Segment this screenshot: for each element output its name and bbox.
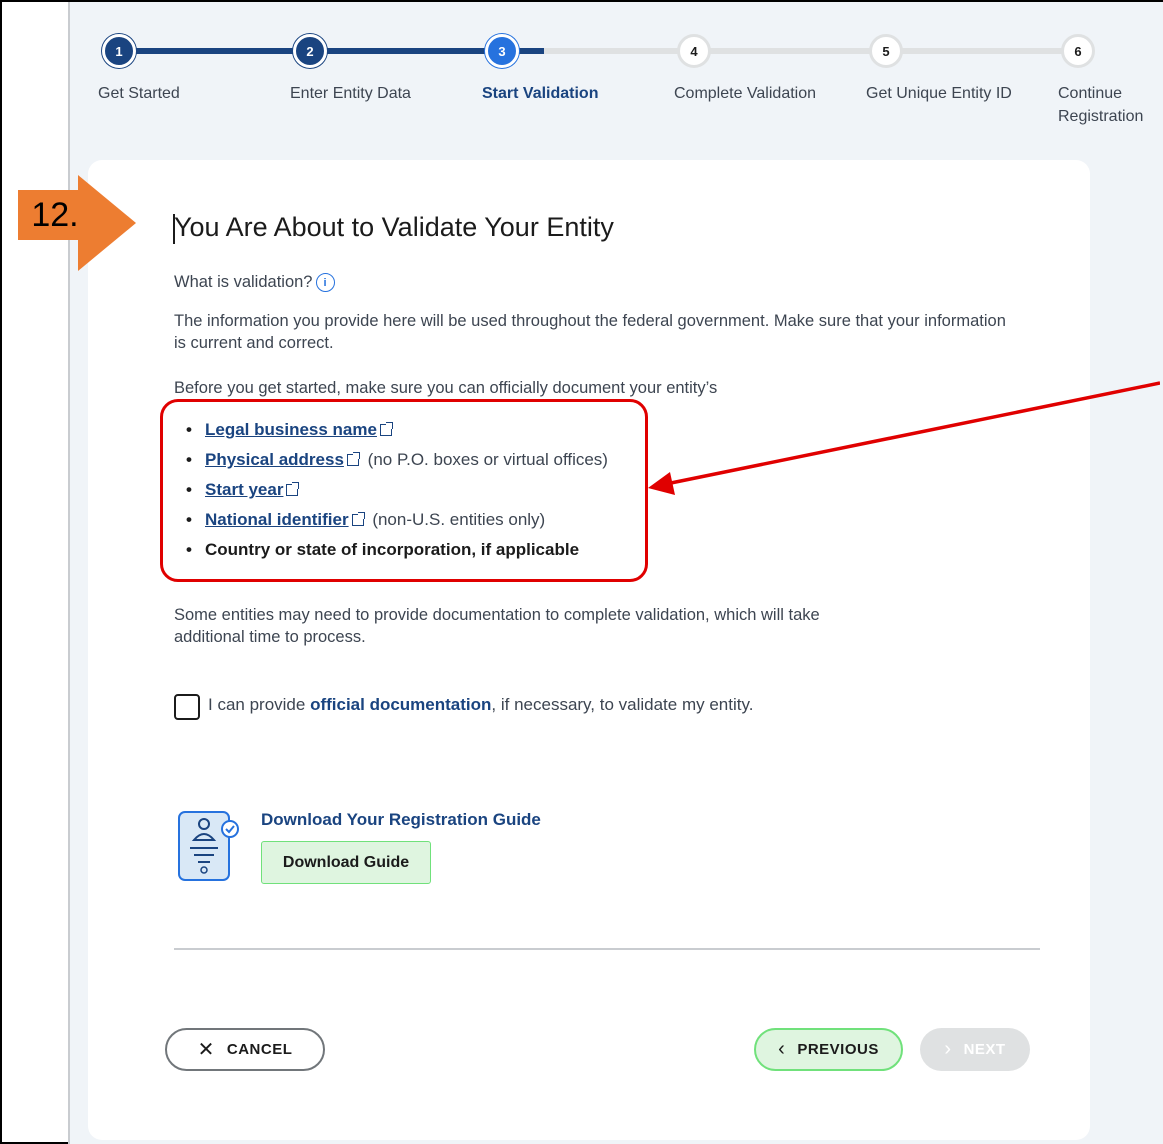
official-documentation-link[interactable]: official documentation — [310, 695, 491, 714]
what-is-validation-label: What is validation? — [174, 273, 313, 291]
close-icon: ✕ — [197, 1039, 215, 1061]
step-connector-2 — [312, 48, 504, 54]
step-3-circle: 3 — [485, 34, 519, 68]
previous-button[interactable]: ‹ PREVIOUS — [754, 1028, 903, 1071]
chevron-left-icon: ‹ — [778, 1038, 786, 1060]
footer-divider — [174, 948, 1040, 950]
step-6-label: Continue Registration — [1058, 85, 1144, 125]
next-button[interactable]: › NEXT — [920, 1028, 1030, 1071]
documentation-checkbox[interactable] — [174, 694, 200, 720]
step-connector-1 — [122, 48, 312, 54]
step-1-circle: 1 — [102, 34, 136, 68]
what-is-validation[interactable]: What is validation? i — [174, 271, 335, 293]
download-guide-button[interactable]: Download Guide — [261, 841, 431, 884]
progress-stepper: 1 2 3 4 5 6 Get Started Enter Entity Dat… — [70, 2, 1163, 142]
step-5-label: Get Unique Entity ID — [866, 85, 1012, 102]
cancel-button[interactable]: ✕ CANCEL — [165, 1028, 325, 1071]
step-4-label: Complete Validation — [674, 85, 817, 102]
step-connector-4 — [696, 48, 888, 54]
step-1-label: Get Started — [98, 85, 180, 102]
step-4-circle: 4 — [677, 34, 711, 68]
next-label: NEXT — [963, 1041, 1006, 1058]
validation-card — [88, 160, 1090, 1140]
checkbox-label-suffix: , if necessary, to validate my entity. — [491, 695, 754, 714]
registration-guide-title: Download Your Registration Guide — [261, 810, 541, 829]
step-2-label: Enter Entity Data — [290, 85, 411, 102]
checkbox-label-prefix: I can provide — [208, 695, 311, 714]
chevron-right-icon: › — [944, 1038, 952, 1060]
step-6-circle: 6 — [1061, 34, 1095, 68]
page-title: You Are About to Validate Your Entity — [174, 212, 614, 242]
highlight-arrow — [648, 381, 1160, 495]
info-icon[interactable]: i — [315, 273, 335, 293]
previous-label: PREVIOUS — [797, 1041, 879, 1058]
highlight-box — [160, 399, 648, 582]
step-connector-5 — [888, 48, 1080, 54]
documentation-note: Some entities may need to provide docume… — [174, 606, 820, 646]
registration-guide-icon — [178, 811, 239, 881]
step-5-circle: 5 — [869, 34, 903, 68]
step-3-label: Start Validation — [482, 85, 599, 102]
step-connector-3 — [544, 48, 696, 54]
step-2-circle: 2 — [293, 34, 327, 68]
documentation-checkbox-label[interactable]: I can provide official documentation, if… — [208, 695, 753, 715]
cancel-label: CANCEL — [226, 1041, 293, 1058]
intro-text: The information you provide here will be… — [174, 312, 1006, 352]
step-badge: 12. — [18, 190, 92, 240]
